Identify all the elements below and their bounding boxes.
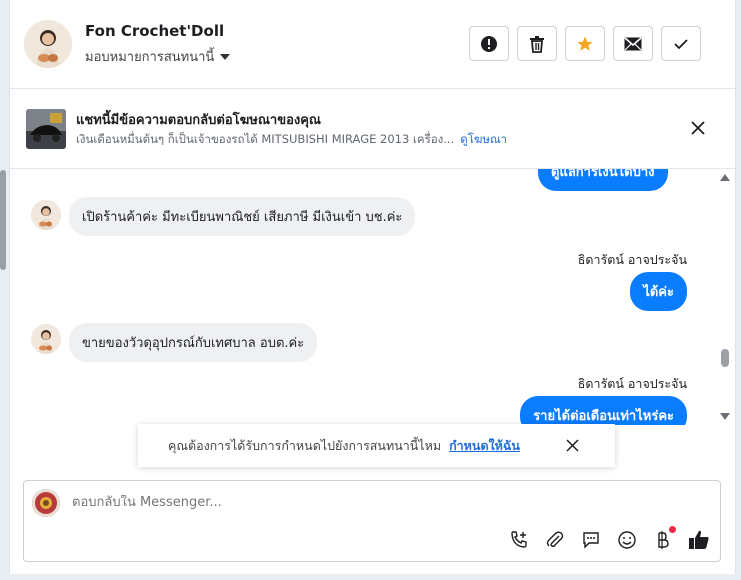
trash-icon	[530, 35, 544, 53]
conversation-panel: Fon Crochet'Doll มอบหมายการสนทนานี้ แชทน…	[9, 0, 736, 574]
mark-done-button[interactable]	[661, 26, 701, 61]
close-icon[interactable]	[566, 439, 579, 452]
star-icon	[577, 36, 593, 51]
view-ad-link[interactable]: ดูโฆษณา	[460, 132, 507, 146]
payment-button[interactable]	[652, 526, 676, 551]
contact-avatar-small	[31, 324, 61, 354]
contact-avatar-small	[31, 200, 61, 230]
scroll-thumb[interactable]	[721, 349, 729, 367]
message-bubble-outgoing[interactable]: ได้ค่ะ	[630, 272, 687, 311]
call-button[interactable]	[508, 529, 530, 551]
assign-label: มอบหมายการสนทนานี้	[85, 50, 215, 65]
ad-banner-description: เงินเดือนหมื่นต้นๆ ก็เป็นเจ้าของรถได้ MI…	[76, 132, 455, 146]
thumbs-up-icon	[689, 530, 709, 549]
message-bubble-outgoing[interactable]: ดูแลการเงินได้บ้าง	[538, 169, 668, 191]
envelope-icon	[624, 36, 642, 50]
sender-name: ธิดารัตน์ อาจประจัน	[577, 376, 687, 391]
phone-plus-icon	[511, 531, 527, 548]
chat-bubble-icon	[583, 532, 599, 549]
close-icon[interactable]	[689, 119, 707, 137]
attach-button[interactable]	[544, 529, 566, 551]
notification-dot	[669, 526, 676, 533]
baht-icon	[658, 531, 669, 549]
assign-prompt: คุณต้องการได้รับการกำหนดไปยังการสนทนานี้…	[138, 424, 615, 467]
header-actions	[469, 26, 701, 61]
message-bubble-outgoing[interactable]: รายได้ต่อเดือนเท่าไหร่คะ	[520, 396, 687, 425]
paperclip-icon	[546, 531, 564, 548]
message-bubble-incoming[interactable]: เปิดร้านค้าค่ะ มีทะเบียนพาณิชย์ เสียภาษี…	[69, 197, 416, 236]
assign-conversation-dropdown[interactable]: มอบหมายการสนทนานี้	[85, 46, 231, 67]
message-thread: ดูแลการเงินได้บ้าง เปิดร้านค้าค่ะ มีทะเบ…	[10, 169, 715, 425]
ad-banner-subtitle: เงินเดือนหมื่นต้นๆ ก็เป็นเจ้าของรถได้ MI…	[76, 131, 507, 149]
reply-composer	[23, 480, 721, 562]
mark-unread-button[interactable]	[613, 26, 653, 61]
sender-name: ธิดารัตน์ อาจประจัน	[577, 252, 687, 267]
page-avatar	[32, 489, 60, 517]
message-bubble-incoming[interactable]: ขายของวัวดุอุปกรณ์กับเทศบาล อบต.ค่ะ	[69, 323, 318, 362]
contact-avatar[interactable]	[24, 20, 72, 68]
thread-scrollbar[interactable]	[717, 169, 733, 425]
scroll-down-icon[interactable]	[720, 413, 730, 420]
assign-to-me-link[interactable]: กำหนดให้ฉัน	[449, 436, 520, 456]
scroll-up-icon[interactable]	[720, 174, 730, 181]
outer-scrollbar[interactable]	[0, 170, 6, 270]
report-button[interactable]	[469, 26, 509, 61]
composer-toolbar	[508, 526, 710, 551]
saved-replies-button[interactable]	[580, 529, 602, 551]
contact-name[interactable]: Fon Crochet'Doll	[85, 22, 224, 40]
assign-prompt-text: คุณต้องการได้รับการกำหนดไปยังการสนทนานี้…	[168, 437, 442, 453]
reply-input[interactable]	[72, 495, 632, 510]
ad-thumbnail[interactable]	[26, 109, 66, 149]
conversation-header: Fon Crochet'Doll มอบหมายการสนทนานี้	[10, 0, 735, 89]
delete-button[interactable]	[517, 26, 557, 61]
alert-icon	[481, 35, 497, 52]
emoji-button[interactable]	[616, 529, 638, 551]
star-button[interactable]	[565, 26, 605, 61]
checkmark-icon	[674, 38, 688, 49]
ad-banner-title: แชทนี้มีข้อความตอบกลับต่อโฆษณาของคุณ	[76, 113, 321, 128]
chevron-down-icon	[220, 53, 231, 60]
ad-reply-banner: แชทนี้มีข้อความตอบกลับต่อโฆษณาของคุณ เงิ…	[10, 89, 735, 169]
like-button[interactable]	[688, 529, 710, 551]
smiley-icon	[618, 531, 636, 549]
